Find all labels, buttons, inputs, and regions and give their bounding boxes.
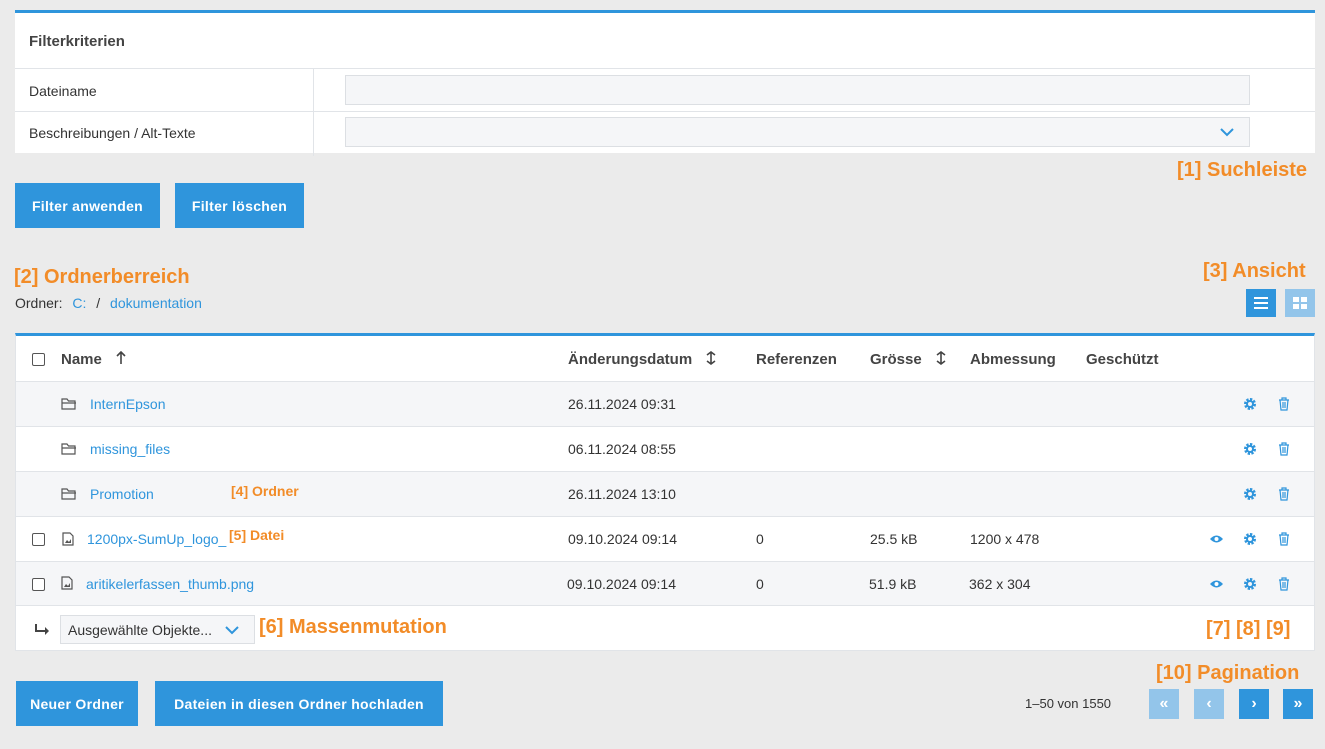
eye-icon[interactable] — [1209, 579, 1224, 589]
trash-icon[interactable] — [1278, 487, 1290, 501]
annotation-folder-area: [2] Ordnerberreich — [14, 266, 190, 288]
folder-icon — [61, 488, 76, 500]
gear-icon[interactable] — [1243, 532, 1257, 546]
gear-icon[interactable] — [1243, 487, 1257, 501]
table-row: Promotion [4] Ordner 26.11.2024 13:10 — [16, 472, 1314, 517]
chevron-down-icon — [1220, 128, 1234, 137]
annotation-pagination: [10] Pagination — [1156, 662, 1300, 684]
header-protected: Geschützt — [1086, 351, 1159, 368]
file-size: 51.9 kB — [869, 576, 917, 592]
alt-text-select[interactable] — [345, 117, 1250, 147]
folder-link[interactable]: missing_files — [90, 441, 170, 457]
annotation-file: [5] Datei — [229, 527, 285, 543]
bulk-action-label: Ausgewählte Objekte... — [68, 622, 212, 638]
file-dimension: 1200 x 478 — [970, 531, 1040, 547]
breadcrumb: Ordner: C: / dokumentation — [15, 295, 202, 311]
eye-icon[interactable] — [1209, 534, 1224, 544]
table-header: Name Änderungsdatum Referenzen Grösse Ab… — [16, 336, 1314, 382]
folder-icon — [61, 398, 76, 410]
grid-icon — [1293, 297, 1307, 309]
file-size: 25.5 kB — [870, 531, 918, 547]
header-name[interactable]: Name — [61, 350, 126, 368]
file-dimension: 362 x 304 — [969, 576, 1031, 592]
annotation-bulk: [6] Massenmutation — [259, 616, 447, 638]
filename-input[interactable] — [345, 75, 1250, 105]
table-row: 1200px-SumUp_logo_ [5] Datei 09.10.2024 … — [16, 517, 1314, 562]
folder-link[interactable]: InternEpson — [90, 396, 166, 412]
list-view-button[interactable] — [1246, 289, 1276, 317]
header-size[interactable]: Grösse — [870, 351, 946, 368]
clear-filter-button[interactable]: Filter löschen — [175, 183, 304, 228]
chevron-down-icon — [225, 626, 239, 635]
table-row: InternEpson 26.11.2024 09:31 — [16, 382, 1314, 427]
modified-date: 06.11.2024 08:55 — [568, 441, 676, 457]
list-icon — [1254, 297, 1268, 309]
filter-title: Filterkriterien — [29, 33, 125, 50]
upload-files-button[interactable]: Dateien in diesen Ordner hochladen — [155, 681, 443, 726]
grid-view-button[interactable] — [1285, 289, 1315, 317]
folder-link[interactable]: Promotion — [90, 486, 154, 502]
modified-date: 09.10.2024 09:14 — [568, 531, 677, 547]
table-row: aritikelerfassen_thumb.png 09.10.2024 09… — [16, 562, 1314, 606]
reference-count: 0 — [756, 531, 764, 547]
pagination-range: 1–50 von 1550 — [1025, 696, 1112, 711]
annotation-folder: [4] Ordner — [231, 483, 299, 499]
breadcrumb-separator: / — [96, 295, 101, 311]
first-page-button[interactable]: « — [1149, 689, 1179, 719]
select-all-checkbox[interactable] — [32, 353, 45, 366]
header-references: Referenzen — [756, 351, 837, 368]
sort-icon — [936, 351, 946, 365]
bulk-action-row: Ausgewählte Objekte... [6] Massenmutatio… — [16, 606, 1314, 652]
modified-date: 26.11.2024 13:10 — [568, 486, 676, 502]
breadcrumb-label: Ordner: — [15, 295, 63, 311]
annotation-actions: [7] [8] [9] — [1206, 618, 1291, 640]
image-file-icon — [61, 576, 73, 590]
modified-date: 09.10.2024 09:14 — [567, 576, 676, 592]
folder-icon — [61, 443, 76, 455]
header-dimension: Abmessung — [970, 351, 1056, 368]
file-link[interactable]: aritikelerfassen_thumb.png — [86, 576, 254, 592]
image-file-icon — [62, 532, 74, 546]
next-page-button[interactable]: › — [1239, 689, 1269, 719]
table-row: missing_files 06.11.2024 08:55 — [16, 427, 1314, 472]
apply-filter-button[interactable]: Filter anwenden — [15, 183, 160, 228]
arrow-turn-icon — [35, 624, 49, 635]
filename-label: Dateiname — [29, 83, 97, 99]
file-table: Name Änderungsdatum Referenzen Grösse Ab… — [15, 333, 1315, 651]
trash-icon[interactable] — [1278, 577, 1290, 591]
gear-icon[interactable] — [1243, 442, 1257, 456]
file-link[interactable]: 1200px-SumUp_logo_ — [87, 531, 226, 547]
trash-icon[interactable] — [1278, 532, 1290, 546]
new-folder-button[interactable]: Neuer Ordner — [16, 681, 138, 726]
bulk-action-select[interactable]: Ausgewählte Objekte... — [60, 615, 255, 644]
breadcrumb-root[interactable]: C: — [72, 295, 86, 311]
breadcrumb-current[interactable]: dokumentation — [110, 295, 202, 311]
prev-page-button[interactable]: ‹ — [1194, 689, 1224, 719]
row-checkbox[interactable] — [32, 533, 45, 546]
last-page-button[interactable]: » — [1283, 689, 1313, 719]
modified-date: 26.11.2024 09:31 — [568, 396, 676, 412]
reference-count: 0 — [756, 576, 764, 592]
gear-icon[interactable] — [1243, 577, 1257, 591]
filter-panel: Filterkriterien Dateiname Beschreibungen… — [15, 10, 1315, 156]
alt-text-label: Beschreibungen / Alt-Texte — [29, 125, 196, 141]
annotation-view: [3] Ansicht — [1203, 260, 1306, 282]
trash-icon[interactable] — [1278, 397, 1290, 411]
gear-icon[interactable] — [1243, 397, 1257, 411]
trash-icon[interactable] — [1278, 442, 1290, 456]
header-date[interactable]: Änderungsdatum — [568, 351, 716, 368]
row-checkbox[interactable] — [32, 578, 45, 591]
sort-up-icon — [116, 350, 126, 364]
sort-icon — [706, 351, 716, 365]
annotation-search-bar: [1] Suchleiste — [1177, 159, 1308, 181]
